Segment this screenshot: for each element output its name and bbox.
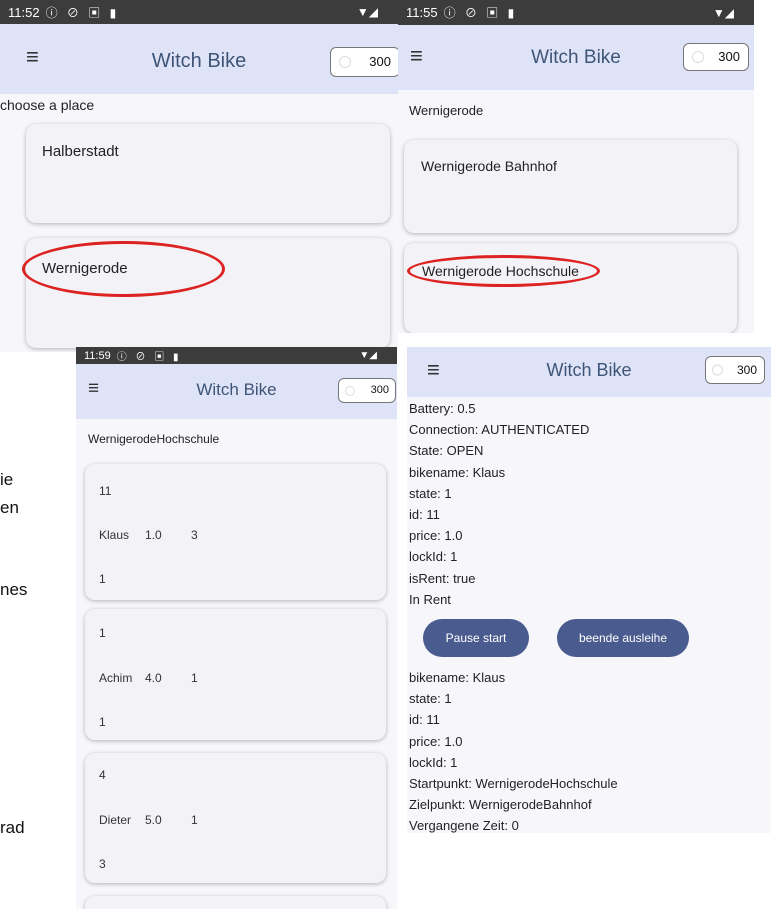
in-rent-text: In Rent [409, 591, 451, 607]
app-bar: ≡ Witch Bike 300 [407, 347, 771, 397]
id-text: id: 11 [409, 712, 440, 728]
status-bar: 11:59 ⓘ ⊘ ▣ ▮ ▼◢ [76, 347, 397, 364]
lock-state-text: State: OPEN [409, 443, 484, 459]
state-text: state: 1 [409, 691, 452, 707]
page-caption: WernigerodeHochschule [88, 432, 220, 446]
price-text: price: 1.0 [409, 733, 463, 749]
background-text: ie [0, 470, 14, 489]
bike-price: 1.0 [145, 528, 162, 542]
bike-name: Dieter [99, 813, 132, 827]
state-text: state: 1 [409, 485, 452, 501]
elapsed-time-text: Vergangene Zeit: 0 [409, 818, 519, 833]
signal-icon: ▼◢ [712, 5, 734, 20]
background-text: nes [0, 580, 28, 599]
highlight-ellipse [407, 255, 600, 287]
place-card-label: Halberstadt [42, 143, 119, 160]
bike-id: 1 [99, 626, 106, 640]
start-point-text: Startpunkt: WernigerodeHochschule [409, 776, 618, 792]
screenshot-bike-list: 11:59 ⓘ ⊘ ▣ ▮ ▼◢ ≡ Witch Bike 300 Wernig… [76, 347, 397, 909]
status-icons: ⓘ ⊘ ▣ ▮ [116, 352, 182, 363]
status-bar: 11:52 ⓘ ⊘ ▣ ▮ ▼◢ [0, 0, 398, 24]
station-card-label: Wernigerode Bahnhof [421, 158, 557, 174]
app-bar: ≡ Witch Bike 300 [398, 25, 754, 90]
isrent-text: isRent: true [409, 570, 476, 586]
app-bar: ≡ Witch Bike 300 [0, 24, 398, 94]
app-bar: ≡ Witch Bike 300 [76, 364, 397, 419]
bike-card[interactable]: 1 Achim 4.0 1 1 [85, 609, 386, 740]
screenshot-choose-station: 11:55 ⓘ ⊘ ▣ ▮ ▼◢ ≡ Witch Bike 300 Wernig… [398, 0, 754, 333]
battery-text: Battery: 0.5 [409, 401, 476, 416]
credit-badge[interactable]: 300 [683, 43, 749, 71]
credit-badge[interactable]: 300 [338, 378, 396, 403]
bike-state: 1 [99, 572, 106, 586]
status-bar: 11:55 ⓘ ⊘ ▣ ▮ ▼◢ [398, 0, 754, 25]
status-time: 11:52 [8, 4, 40, 20]
id-text: id: 11 [409, 507, 440, 523]
bike-number: 3 [191, 528, 198, 542]
bike-number: 1 [191, 671, 198, 685]
bike-state: 3 [99, 857, 106, 871]
page-caption: choose a place [0, 97, 95, 113]
status-icons: ⓘ ⊘ ▣ ▮ [443, 6, 518, 20]
highlight-ellipse [22, 241, 225, 297]
bike-number: 1 [191, 813, 198, 827]
credit-value: 300 [369, 54, 391, 69]
bikename-text: bikename: Klaus [409, 464, 506, 480]
bike-price: 5.0 [145, 813, 162, 827]
screenshot-rent-status: ≡ Witch Bike 300 Battery: 0.5 Connection… [407, 347, 771, 833]
bikename-text: bikename: Klaus [409, 670, 506, 685]
lockid-text: lockId: 1 [409, 549, 458, 565]
background-text: rad [0, 818, 25, 837]
bike-name: Achim [99, 671, 133, 685]
signal-icon: ▼◢ [359, 350, 377, 361]
credit-value: 300 [718, 49, 740, 64]
status-icons: ⓘ ⊘ ▣ ▮ [45, 5, 120, 20]
place-card-halberstadt[interactable]: Halberstadt [26, 124, 390, 223]
signal-icon: ▼◢ [356, 5, 378, 19]
bike-summary: Achim 4.0 1 [99, 671, 198, 685]
bike-card[interactable]: 4 Dieter 5.0 1 3 [85, 753, 386, 883]
background-text: en [0, 498, 19, 517]
connection-text: Connection: AUTHENTICATED [409, 422, 590, 438]
bike-name: Klaus [99, 528, 130, 542]
bike-price: 4.0 [145, 671, 162, 685]
bike-id: 4 [99, 768, 106, 782]
bike-summary: Dieter 5.0 1 [99, 813, 198, 827]
end-rent-button[interactable]: beende ausleihe [557, 619, 689, 657]
credit-value: 300 [736, 363, 757, 377]
station-card-bahnhof[interactable]: Wernigerode Bahnhof [404, 140, 737, 233]
lockid-text: lockId: 1 [409, 754, 458, 770]
credit-value: 300 [370, 384, 389, 396]
credit-badge[interactable]: 300 [330, 47, 398, 77]
credit-badge[interactable]: 300 [705, 356, 765, 384]
coin-icon [345, 385, 355, 396]
status-time: 11:59 [84, 349, 111, 362]
pause-start-button[interactable]: Pause start [423, 619, 529, 657]
coin-icon [692, 51, 704, 63]
page-caption: Wernigerode [409, 103, 484, 118]
coin-icon [339, 56, 351, 68]
bike-state: 1 [99, 715, 106, 729]
screenshot-choose-place: 11:52 ⓘ ⊘ ▣ ▮ ▼◢ ≡ Witch Bike 300 choose… [0, 0, 398, 352]
end-point-text: Zielpunkt: WernigerodeBahnhof [409, 797, 592, 813]
bike-card[interactable]: 11 Klaus 1.0 3 1 [85, 464, 386, 600]
bike-info-top: Battery: 0.5 Connection: AUTHENTICATED S… [409, 398, 589, 610]
status-time: 11:55 [406, 5, 438, 20]
price-text: price: 1.0 [409, 528, 463, 544]
coin-icon [712, 364, 723, 376]
bike-card-partial[interactable] [85, 896, 386, 909]
bike-id: 11 [99, 484, 112, 498]
bike-summary: Klaus 1.0 3 [99, 528, 198, 542]
bike-info-bottom: bikename: Klaus state: 1 id: 11 price: 1… [409, 667, 618, 833]
